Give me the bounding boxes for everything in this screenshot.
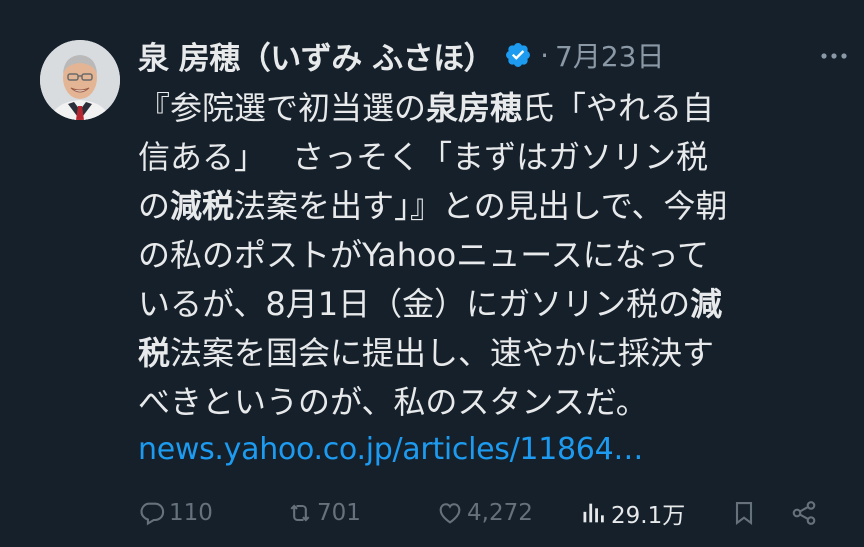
- post-text: の: [138, 187, 171, 225]
- post-text: 法案を国会に提出し、速やかに採決す: [170, 334, 715, 372]
- analytics-icon: [583, 503, 604, 523]
- post-date[interactable]: 7月23日: [555, 35, 664, 75]
- highlighted-text: 税: [138, 334, 171, 372]
- post-line: の私のポストがYahooニュースになって: [138, 231, 828, 280]
- verified-badge-icon: [506, 43, 531, 67]
- repost-button[interactable]: 701: [286, 494, 361, 532]
- post-text: いるが、8月1日（金）にガソリン税の: [138, 285, 691, 323]
- author-name[interactable]: 泉 房穂（いずみ ふさほ）: [138, 33, 495, 78]
- post-line: 税法案を国会に提出し、速やかに採決す: [138, 329, 828, 378]
- separator-dot: ·: [540, 38, 549, 72]
- person-portrait-icon: [40, 40, 120, 120]
- highlighted-text: 減: [690, 285, 723, 323]
- bookmark-button[interactable]: [730, 494, 758, 532]
- like-count: 4,272: [467, 500, 533, 526]
- post-line: の減税法案を出す」』との見出しで、今朝: [138, 182, 828, 231]
- bookmark-icon: [735, 502, 753, 526]
- action-bar: 110 701 4,272 29.1万: [138, 494, 828, 532]
- highlighted-text: 泉房穂: [426, 89, 523, 127]
- reply-button[interactable]: 110: [138, 494, 213, 532]
- post-text: 信ある」 さっそく「まずはガソリン税: [138, 138, 709, 176]
- post-text: 法案を出す」』との見出しで、今朝: [234, 187, 728, 225]
- like-button[interactable]: 4,272: [436, 494, 533, 532]
- reply-icon: [140, 502, 165, 526]
- repost-icon: [290, 504, 310, 522]
- highlighted-text: 減税: [170, 187, 235, 225]
- view-count: 29.1万: [611, 503, 686, 529]
- avatar[interactable]: [40, 40, 120, 120]
- share-button[interactable]: [790, 494, 818, 532]
- post-text: 氏「やれる自: [522, 89, 715, 127]
- heart-icon: [439, 503, 461, 524]
- article-link[interactable]: news.yahoo.co.jp/articles/11864…: [138, 432, 643, 467]
- post-header: 泉 房穂（いずみ ふさほ） · 7月23日: [138, 32, 838, 78]
- post-text: 『参院選で初当選の: [138, 89, 427, 127]
- reply-count: 110: [169, 500, 213, 526]
- post-line: 『参院選で初当選の泉房穂氏「やれる自: [138, 84, 828, 133]
- repost-count: 701: [317, 500, 361, 526]
- post-text: の私のポストがYahooニュースになって: [138, 236, 709, 274]
- post-line: いるが、8月1日（金）にガソリン税の減: [138, 280, 828, 329]
- post-text: べきというのが、私のスタンスだ。: [138, 383, 648, 421]
- post-line: 信ある」 さっそく「まずはガソリン税: [138, 133, 828, 182]
- more-options-icon[interactable]: [820, 46, 848, 66]
- share-icon: [792, 501, 816, 525]
- views-button[interactable]: 29.1万: [580, 494, 685, 532]
- post-line: べきというのが、私のスタンスだ。: [138, 378, 828, 427]
- post-body: 『参院選で初当選の泉房穂氏「やれる自 信ある」 さっそく「まずはガソリン税 の減税法…: [138, 84, 828, 427]
